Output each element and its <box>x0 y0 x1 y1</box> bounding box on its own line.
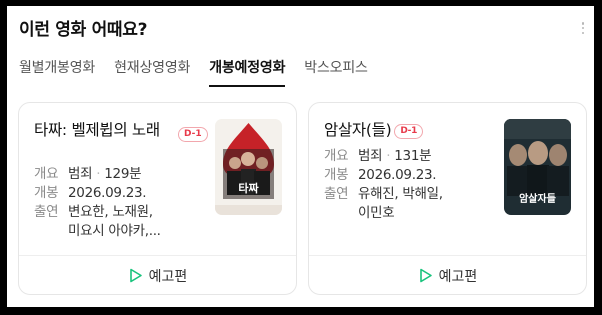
tab-box-office[interactable]: 박스오피스 <box>304 53 368 87</box>
tab-monthly-release[interactable]: 월별개봉영화 <box>19 53 95 87</box>
cast-label: 출연 <box>324 186 349 202</box>
release-date: 2026.09.23. <box>358 167 437 183</box>
panel-title: 이런 영화 어때요? <box>19 20 148 40</box>
release-label: 개봉 <box>34 185 59 201</box>
play-icon <box>419 268 432 283</box>
trailer-label: 예고편 <box>438 268 478 285</box>
movie-recommendation-panel: 이런 영화 어때요? 월별개봉영화 현재상영영화 개봉예정영화 박스오피스 타짜… <box>7 6 594 307</box>
genre-value: 범죄 <box>358 148 383 164</box>
genre-label: 개요 <box>34 166 59 182</box>
trailer-button[interactable]: 예고편 <box>309 256 586 294</box>
genre-value: 범죄 <box>68 166 93 182</box>
runtime-value: 131분 <box>394 148 432 164</box>
movie-card[interactable]: 타짜: 벨제뷥의 노래 D-1 개요 범죄 · 129분 개봉 2026.09.23… <box>18 102 297 295</box>
release-label: 개봉 <box>324 167 349 183</box>
poster-title-text: 암살자들 <box>519 192 556 205</box>
movie-card[interactable]: 암살자(들) D-1 개요 범죄 · 131분 개봉 2026.09.23. 출연 유… <box>308 102 587 295</box>
movie-poster[interactable]: 타짜 <box>215 119 282 215</box>
d-day-badge: D-1 <box>178 127 208 142</box>
cast-value-more: 이민호 <box>358 205 395 221</box>
movie-card-body[interactable]: 암살자(들) D-1 개요 범죄 · 131분 개봉 2026.09.23. 출연 유… <box>309 103 586 255</box>
movie-title[interactable]: 암살자(들) D-1 <box>324 120 474 141</box>
cast-label: 출연 <box>34 204 59 220</box>
more-options-icon[interactable] <box>580 19 586 37</box>
d-day-badge: D-1 <box>394 124 424 139</box>
genre-label: 개요 <box>324 148 349 164</box>
tab-bar: 월별개봉영화 현재상영영화 개봉예정영화 박스오피스 <box>19 53 582 89</box>
panel-header: 이런 영화 어때요? <box>19 19 585 43</box>
movie-info: 개요 범죄 · 131분 개봉 2026.09.23. 출연 유해진, 박해일, 이… <box>324 148 443 221</box>
movie-poster[interactable]: 암살자들 <box>504 119 571 215</box>
runtime-value: 129분 <box>104 166 142 182</box>
poster-title-text: 타짜 <box>238 181 259 195</box>
trailer-button[interactable]: 예고편 <box>19 256 296 294</box>
play-icon <box>129 268 142 283</box>
movie-info: 개요 범죄 · 129분 개봉 2026.09.23. 출연 변요한, 노재원, 미… <box>34 166 161 239</box>
movie-card-body[interactable]: 타짜: 벨제뷥의 노래 D-1 개요 범죄 · 129분 개봉 2026.09.23… <box>19 103 296 255</box>
tab-now-showing[interactable]: 현재상영영화 <box>114 53 190 87</box>
trailer-label: 예고편 <box>148 268 188 285</box>
cast-value-more: 미요시 아야카,... <box>68 223 161 239</box>
cast-value: 변요한, 노재원, <box>68 204 153 220</box>
movie-title[interactable]: 타짜: 벨제뷥의 노래 <box>34 120 184 141</box>
release-date: 2026.09.23. <box>68 185 147 201</box>
tab-upcoming[interactable]: 개봉예정영화 <box>209 53 285 87</box>
cast-value: 유해진, 박해일, <box>358 186 443 202</box>
